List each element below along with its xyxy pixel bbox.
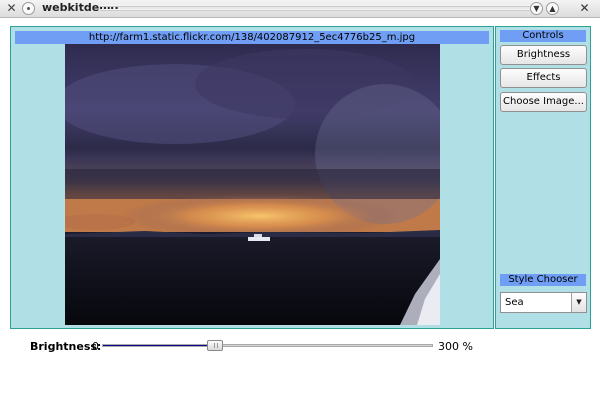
brightness-label: Brightness:: [30, 340, 102, 353]
image-panel: http://farm1.static.flickr.com/138/40208…: [10, 26, 494, 329]
title-bar-grip: [100, 5, 530, 13]
brightness-button[interactable]: Brightness: [500, 45, 587, 65]
image-url: http://farm1.static.flickr.com/138/40208…: [15, 31, 489, 44]
brightness-max-label: 300 %: [438, 340, 473, 353]
controls-panel: Controls Brightness Effects Choose Image…: [495, 26, 591, 329]
style-select[interactable]: Sea ▼: [500, 292, 587, 313]
title-bar: ✕ webkitdemo ▼ ▲ ✕: [0, 0, 600, 18]
brightness-slider[interactable]: [102, 340, 433, 351]
chevron-down-icon[interactable]: ▼: [571, 293, 586, 312]
controls-header: Controls: [500, 30, 586, 42]
effects-button[interactable]: Effects: [500, 68, 587, 88]
choose-image-button[interactable]: Choose Image...: [500, 92, 587, 112]
stormy-sea-photo: [65, 44, 440, 325]
window-menu-icon[interactable]: [22, 2, 35, 15]
chevron-down-icon[interactable]: ▼: [530, 2, 543, 15]
style-select-value: Sea: [505, 297, 524, 308]
brightness-slider-handle[interactable]: [206, 340, 223, 351]
close-icon[interactable]: ✕: [578, 2, 591, 15]
brightness-slider-row: Brightness: 0 300 %: [30, 339, 510, 355]
brightness-slider-fill: [103, 345, 215, 346]
style-chooser-header: Style Chooser: [500, 274, 586, 286]
brightness-min-label: 0: [92, 340, 99, 353]
app-icon: ✕: [6, 1, 17, 15]
chevron-up-icon[interactable]: ▲: [546, 2, 559, 15]
